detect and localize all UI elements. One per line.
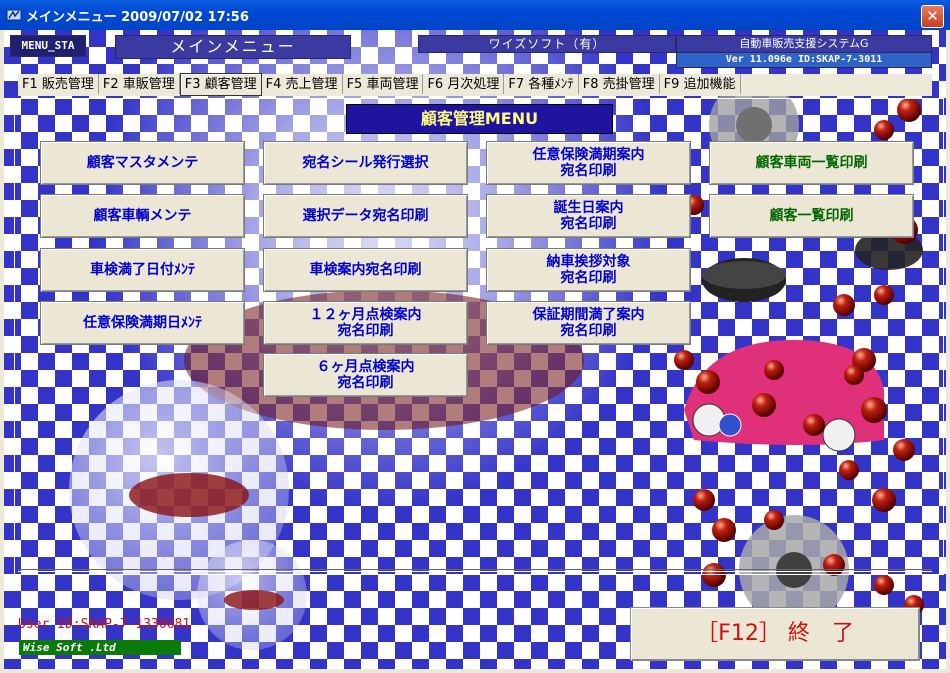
address-label-selection-button[interactable]: 宛名シール発行選択 xyxy=(263,141,468,185)
tab-f1-sales[interactable]: F1 販売管理 xyxy=(18,74,99,94)
app-window: メインメニュー 2009/07/02 17:56 ✕ MENU_STA メインメ… xyxy=(0,0,950,673)
inspection-notice-address-print-button[interactable]: 車検案内宛名印刷 xyxy=(263,248,468,292)
app-icon xyxy=(6,9,22,21)
exit-button[interactable]: ［F12］ 終 了 xyxy=(630,607,920,661)
customer-vehicle-list-print-button[interactable]: 顧客車両一覧印刷 xyxy=(709,141,914,185)
tab-f2-car-sales[interactable]: F2 車販管理 xyxy=(99,74,180,94)
warranty-expiry-notice-print-button[interactable]: 保証期間満了案内 宛名印刷 xyxy=(486,301,691,345)
customer-list-print-button[interactable]: 顧客一覧印刷 xyxy=(709,194,914,238)
window-title: メインメニュー 2009/07/02 17:56 xyxy=(26,10,249,25)
brand-label: Wise Soft .Ltd xyxy=(19,640,181,655)
tab-f9-extras[interactable]: F9 追加機能 xyxy=(660,74,741,94)
customer-vehicle-maintenance-button[interactable]: 顧客車輌メンテ xyxy=(40,194,245,238)
tab-f3-customer[interactable]: F3 顧客管理 xyxy=(179,73,262,96)
menu-sta-label: MENU_STA xyxy=(10,35,86,57)
main-client-area: MENU_STA メインメニュー ワイズソフト（有） 自動車販売支援システムG … xyxy=(4,30,946,669)
title-bar[interactable]: メインメニュー 2009/07/02 17:56 ✕ xyxy=(0,0,950,30)
footer-divider xyxy=(18,569,932,572)
delivery-greeting-print-button[interactable]: 納車挨拶対象 宛名印刷 xyxy=(486,248,691,292)
six-month-check-notice-print-button[interactable]: ６ヶ月点検案内 宛名印刷 xyxy=(263,353,468,397)
company-name: ワイズソフト（有） xyxy=(418,35,676,53)
function-tab-bar: F1 販売管理 F2 車販管理 F3 顧客管理 F4 売上管理 F5 車両管理 … xyxy=(18,73,932,96)
insurance-expiry-date-maintenance-button[interactable]: 任意保険満期日ﾒﾝﾃ xyxy=(40,301,245,345)
system-name: 自動車販売支援システムG xyxy=(676,35,932,53)
tab-f5-vehicle[interactable]: F5 車両管理 xyxy=(343,74,424,94)
selected-data-address-print-button[interactable]: 選択データ宛名印刷 xyxy=(263,194,468,238)
insurance-expiry-notice-print-button[interactable]: 任意保険満期案内 宛名印刷 xyxy=(486,141,691,185)
panel-title: 顧客管理MENU xyxy=(346,104,613,134)
customer-master-maintenance-button[interactable]: 顧客マスタメンテ xyxy=(40,141,245,185)
tab-f7-maintenance[interactable]: F7 各種ﾒﾝﾃ xyxy=(504,74,579,94)
version-id: Ver 11.096e ID:SKAP-7-3011 xyxy=(676,52,932,68)
inspection-expiry-date-maintenance-button[interactable]: 車検満了日付ﾒﾝﾃ xyxy=(40,248,245,292)
main-menu-title: メインメニュー xyxy=(115,35,351,59)
twelve-month-check-notice-print-button[interactable]: １２ヶ月点検案内 宛名印刷 xyxy=(263,301,468,345)
close-button[interactable]: ✕ xyxy=(921,5,944,28)
user-id-label: User ID:SKAP-7-1330681 xyxy=(18,617,191,632)
tab-f8-receivables[interactable]: F8 売掛管理 xyxy=(579,74,660,94)
tab-f4-revenue[interactable]: F4 売上管理 xyxy=(262,74,343,94)
birthday-notice-print-button[interactable]: 誕生日案内 宛名印刷 xyxy=(486,194,691,238)
tab-f6-monthly[interactable]: F6 月次処理 xyxy=(423,74,505,94)
